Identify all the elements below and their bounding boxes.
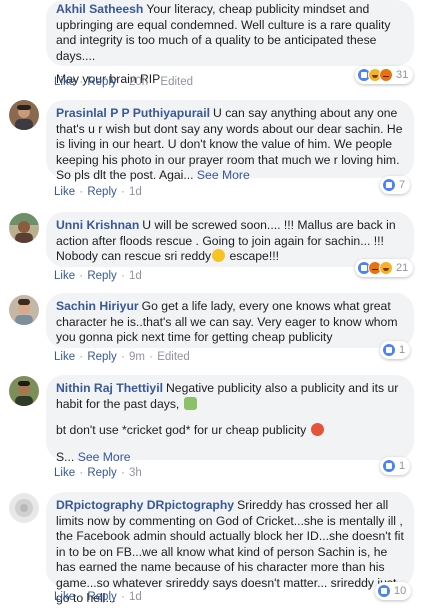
like-link[interactable]: Like xyxy=(54,351,75,363)
reply-link[interactable]: Reply xyxy=(87,76,116,88)
comment-author[interactable]: Prasinlal P P Puthiyapurail xyxy=(56,106,210,120)
comment-bubble: Sachin Hiriyur Go get a life lady, every … xyxy=(46,293,414,348)
comment-actions: Like · Reply · 20h · Edited xyxy=(54,76,194,88)
comment-author[interactable]: Akhil Satheesh xyxy=(56,2,143,16)
comment-bubble: Unni Krishnan U will be screwed soon.... … xyxy=(46,212,414,267)
timestamp[interactable]: 3h xyxy=(129,467,142,479)
reactions-summary[interactable]: 10 xyxy=(375,582,412,600)
comment-actions: Like · Reply · 1d xyxy=(54,186,142,198)
comment-actions: Like · Reply · 3h xyxy=(54,467,142,479)
reaction-count: 10 xyxy=(394,585,407,597)
reactions-summary[interactable]: 1 xyxy=(380,341,411,359)
see-more-link[interactable]: See More xyxy=(197,168,250,182)
comment-text: Srireddy has crossed her all limits now … xyxy=(56,498,404,605)
see-more-link[interactable]: See More xyxy=(78,450,131,464)
reply-link[interactable]: Reply xyxy=(87,467,116,479)
angry-icon xyxy=(379,68,393,82)
reply-link[interactable]: Reply xyxy=(87,351,116,363)
comment-bubble: Akhil Satheesh Your literacy, cheap publi… xyxy=(46,0,414,86)
reaction-count: 1 xyxy=(399,344,406,356)
comment-author[interactable]: Unni Krishnan xyxy=(56,218,139,232)
like-link[interactable]: Like xyxy=(54,76,75,88)
like-icon xyxy=(382,178,396,192)
comment-bubble: DRpictography DRpictography Srireddy has … xyxy=(46,492,414,605)
comment-text-end: escape!!! xyxy=(229,249,279,263)
comment-bubble: Nithin Raj Thettiyil Negative publicity a… xyxy=(46,375,414,464)
reactions-summary[interactable]: 31 xyxy=(355,66,414,84)
comment-author[interactable]: DRpictography DRpictography xyxy=(56,498,234,512)
like-link[interactable]: Like xyxy=(54,591,75,603)
timestamp[interactable]: 20h xyxy=(129,76,148,88)
edited-label[interactable]: Edited xyxy=(160,76,193,88)
comment-actions: Like · Reply · 1d xyxy=(54,270,142,282)
avatar[interactable] xyxy=(9,295,39,325)
reactions-summary[interactable]: 1 xyxy=(380,457,411,475)
reaction-count: 1 xyxy=(399,460,406,472)
like-icon xyxy=(382,459,396,473)
timestamp[interactable]: 1d xyxy=(129,591,142,603)
avatar[interactable] xyxy=(9,100,39,130)
avatar[interactable] xyxy=(9,493,39,523)
reply-link[interactable]: Reply xyxy=(87,591,116,603)
comment-text-line: S... xyxy=(56,449,75,464)
like-link[interactable]: Like xyxy=(54,270,75,282)
comment-author[interactable]: Sachin Hiriyur xyxy=(56,299,139,313)
comment-actions: Like · Reply · 9m · Edited xyxy=(54,351,190,363)
like-link[interactable]: Like xyxy=(54,467,75,479)
avatar[interactable] xyxy=(9,213,39,243)
haha-icon xyxy=(379,261,393,275)
reply-link[interactable]: Reply xyxy=(87,270,116,282)
edited-label[interactable]: Edited xyxy=(157,351,190,363)
avatar[interactable] xyxy=(9,376,39,406)
reactions-summary[interactable]: 21 xyxy=(355,259,414,277)
comment-author[interactable]: Nithin Raj Thettiyil xyxy=(56,381,163,395)
comment-actions: Like · Reply · 1d xyxy=(54,591,142,603)
reaction-count: 7 xyxy=(399,179,406,191)
angry-emoji-icon xyxy=(310,423,324,436)
timestamp[interactable]: 9m xyxy=(129,351,145,363)
reply-link[interactable]: Reply xyxy=(87,186,116,198)
comment-bubble: Prasinlal P P Puthiyapurail U can say any… xyxy=(46,100,414,182)
zombie-emoji-icon xyxy=(183,396,197,410)
timestamp[interactable]: 1d xyxy=(129,270,142,282)
like-icon xyxy=(377,584,391,598)
reaction-count: 31 xyxy=(396,69,409,81)
reaction-count: 21 xyxy=(396,262,409,274)
reactions-summary[interactable]: 7 xyxy=(380,176,411,194)
like-link[interactable]: Like xyxy=(54,186,75,198)
comment-text-line: bt don't use *cricket god* for ur cheap … xyxy=(56,423,307,437)
like-icon xyxy=(382,343,396,357)
timestamp[interactable]: 1d xyxy=(129,186,142,198)
laughing-emoji-icon xyxy=(212,249,226,262)
